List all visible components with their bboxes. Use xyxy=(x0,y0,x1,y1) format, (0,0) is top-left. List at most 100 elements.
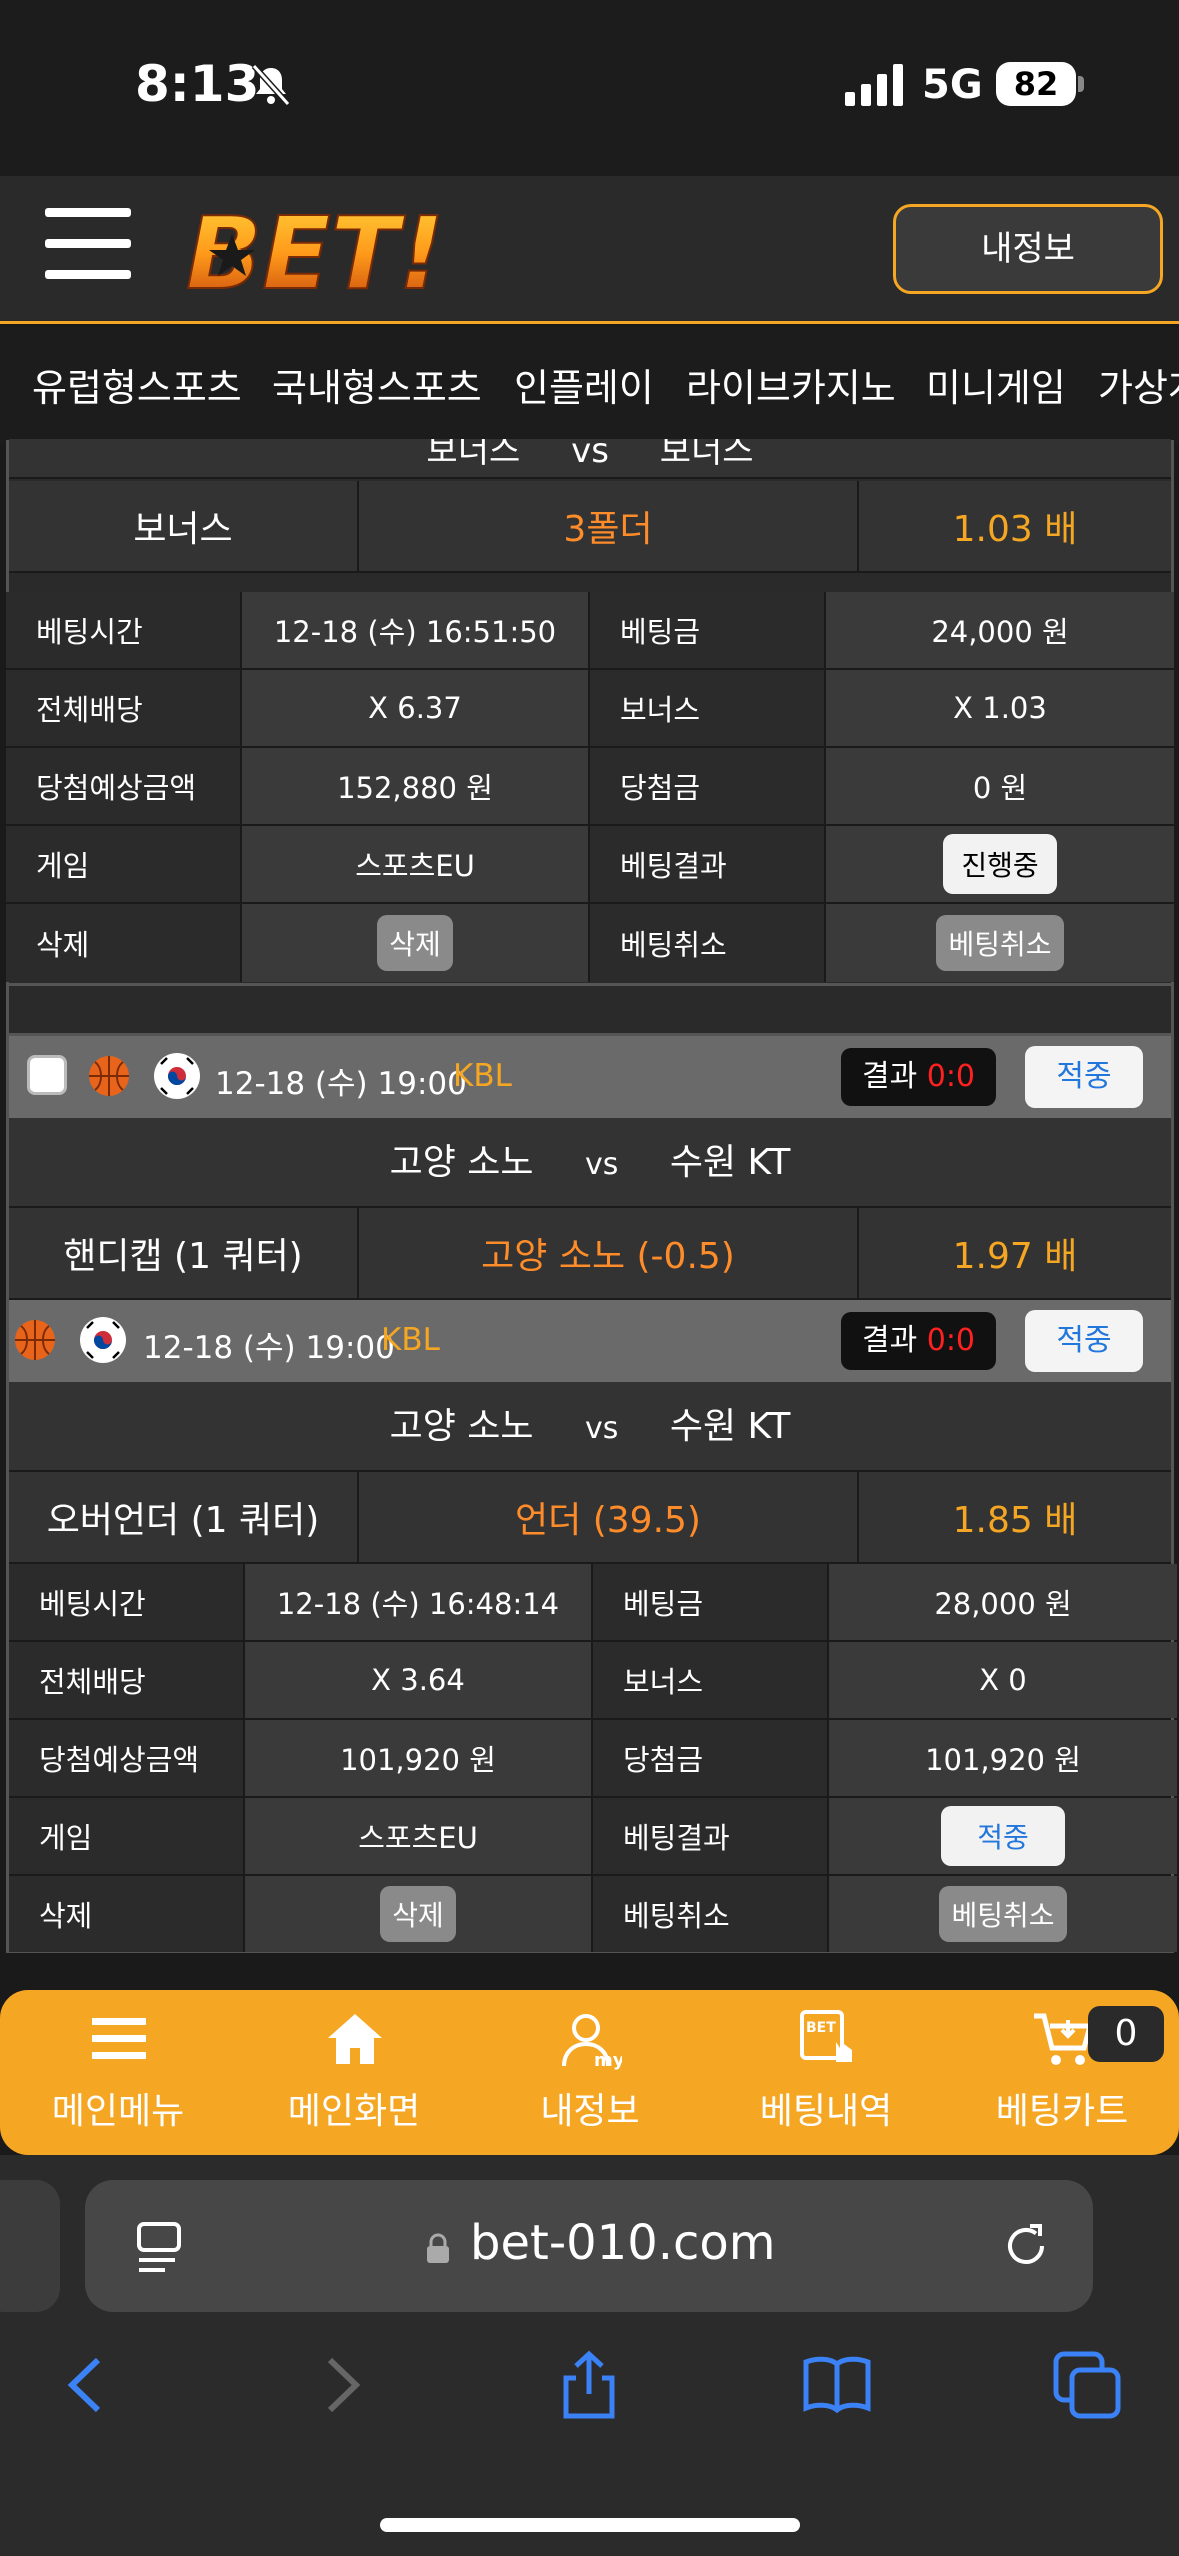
detail-label: 삭제 xyxy=(6,904,242,982)
hit-status-button[interactable]: 적중 xyxy=(1025,1046,1143,1108)
bottom-nav-bet-history[interactable]: BET 베팅내역 xyxy=(708,1990,944,2155)
pick-row: 핸디캡 (1 쿼터) 고양 소노 (-0.5) 1.97 배 xyxy=(9,1208,1171,1300)
network-type: 5G xyxy=(922,62,983,108)
bottom-nav-label: 베팅카트 xyxy=(995,2091,1129,2132)
detail-label: 베팅취소 xyxy=(593,1876,829,1952)
bottom-nav-label: 메인화면 xyxy=(287,2091,421,2132)
basketball-icon xyxy=(15,1320,55,1360)
market-name: 핸디캡 (1 쿼터) xyxy=(9,1208,359,1298)
pick-odds: 1.85 배 xyxy=(859,1472,1171,1562)
tab-mini-game[interactable]: 미니게임 xyxy=(926,357,1066,412)
bottom-nav-bar: 메인메뉴 메인화면 my 내정보 BET 베팅내역 베팅카트 xyxy=(0,1990,1179,2155)
forward-icon[interactable] xyxy=(306,2350,376,2420)
pick-row: 보너스 3폴더 1.03 배 xyxy=(9,481,1171,573)
detail-label: 게임 xyxy=(9,1798,245,1874)
korea-flag-icon xyxy=(80,1317,126,1363)
bottom-nav-label: 메인메뉴 xyxy=(51,2091,185,2132)
vs-label: vs xyxy=(571,439,609,471)
game-datetime: 12-18 (수) 19:00 xyxy=(215,1066,467,1102)
detail-label: 베팅결과 xyxy=(590,826,826,902)
tab-euro-sports[interactable]: 유럽형스포츠 xyxy=(32,357,242,412)
back-icon[interactable] xyxy=(52,2350,122,2420)
bell-muted-icon xyxy=(251,63,291,107)
tab-live-casino[interactable]: 라이브카지노 xyxy=(686,357,896,412)
hamburger-menu-icon[interactable] xyxy=(45,208,131,280)
tab-inplay[interactable]: 인플레이 xyxy=(514,357,654,412)
battery-icon: 82 xyxy=(996,62,1076,106)
detail-label: 당첨금 xyxy=(593,1720,829,1796)
reader-mode-icon[interactable] xyxy=(135,2220,183,2272)
reload-icon[interactable] xyxy=(1000,2220,1052,2272)
away-team: 수원 KT xyxy=(669,1406,791,1447)
share-icon[interactable] xyxy=(554,2350,624,2420)
detail-value: 28,000 원 xyxy=(829,1564,1177,1640)
cart-count-badge: 0 xyxy=(1088,2006,1164,2062)
detail-value: 스포츠EU xyxy=(242,826,590,902)
bet-result-cell: 적중 xyxy=(829,1798,1177,1874)
detail-value: 0 원 xyxy=(826,748,1174,824)
detail-value: 스포츠EU xyxy=(245,1798,593,1874)
detail-value: X 6.37 xyxy=(242,670,590,746)
detail-label: 게임 xyxy=(6,826,242,902)
menu-icon xyxy=(92,2018,146,2059)
user-icon: my xyxy=(562,2014,622,2070)
delete-button[interactable]: 삭제 xyxy=(380,1886,456,1942)
match-row: 고양 소노 vs 수원 KT xyxy=(9,1382,1171,1472)
league-name: KBL xyxy=(381,1322,440,1358)
tab-virtual-game[interactable]: 가상게 xyxy=(1098,357,1179,412)
home-team: 고양 소노 xyxy=(389,1406,534,1447)
pick-row: 오버언더 (1 쿼터) 언더 (39.5) 1.85 배 xyxy=(9,1472,1171,1564)
detail-row: 베팅시간 12-18 (수) 16:48:14 베팅금 28,000 원 xyxy=(9,1564,1177,1642)
pick-value: 3폴더 xyxy=(359,481,859,571)
detail-label: 베팅취소 xyxy=(590,904,826,982)
pick-odds: 1.97 배 xyxy=(859,1208,1171,1298)
url-text[interactable]: bet-010.com xyxy=(470,2215,776,2271)
detail-label: 베팅결과 xyxy=(593,1798,829,1874)
score: 0:0 xyxy=(926,1059,976,1094)
category-nav: 유럽형스포츠 국내형스포츠 인플레이 라이브카지노 미니게임 가상게 xyxy=(0,327,1179,445)
bottom-nav-home[interactable]: 메인화면 xyxy=(236,1990,472,2155)
hit-status-button[interactable]: 적중 xyxy=(1025,1310,1143,1372)
detail-label: 당첨금 xyxy=(590,748,826,824)
home-icon xyxy=(328,2014,382,2064)
detail-value: X 1.03 xyxy=(826,670,1174,746)
detail-label: 전체배당 xyxy=(9,1642,245,1718)
detail-row: 전체배당 X 6.37 보너스 X 1.03 xyxy=(6,670,1174,748)
delete-cell: 삭제 xyxy=(242,904,590,982)
delete-button[interactable]: 삭제 xyxy=(377,915,453,971)
match-row: 고양 소노 vs 수원 KT xyxy=(9,1118,1171,1208)
tabs-icon[interactable] xyxy=(1052,2350,1122,2420)
bottom-nav-main-menu[interactable]: 메인메뉴 xyxy=(0,1990,236,2155)
detail-value: 101,920 원 xyxy=(245,1720,593,1796)
bet-history-icon: BET xyxy=(800,2010,852,2062)
pick-value: 고양 소노 (-0.5) xyxy=(359,1208,859,1298)
game-header: 12-18 (수) 19:00 KBL 결과 0:0 적중 xyxy=(9,1300,1171,1382)
pick-value: 언더 (39.5) xyxy=(359,1472,859,1562)
bottom-nav-label: 내정보 xyxy=(540,2091,640,2132)
pick-odds: 1.03 배 xyxy=(859,481,1171,571)
detail-row: 베팅시간 12-18 (수) 16:51:50 베팅금 24,000 원 xyxy=(6,592,1174,670)
detail-label: 삭제 xyxy=(9,1876,245,1952)
market-name: 보너스 xyxy=(9,481,359,571)
cancel-cell: 베팅취소 xyxy=(826,904,1174,982)
detail-value: 24,000 원 xyxy=(826,592,1174,668)
detail-row: 게임 스포츠EU 베팅결과 적중 xyxy=(9,1798,1177,1876)
battery-tip xyxy=(1078,76,1084,92)
my-info-button[interactable]: 내정보 xyxy=(893,204,1163,294)
detail-value: 101,920 원 xyxy=(829,1720,1177,1796)
bottom-nav-my-info[interactable]: my 내정보 xyxy=(472,1990,708,2155)
cancel-bet-button[interactable]: 베팅취소 xyxy=(939,1886,1067,1942)
result-label: 결과 xyxy=(861,1323,918,1358)
cancel-bet-button[interactable]: 베팅취소 xyxy=(936,915,1064,971)
status-time: 8:13 xyxy=(135,55,260,113)
bet-result-badge: 진행중 xyxy=(943,834,1057,894)
bookmarks-icon[interactable] xyxy=(802,2350,872,2420)
tab-domestic-sports[interactable]: 국내형스포츠 xyxy=(272,357,482,412)
detail-label: 베팅금 xyxy=(593,1564,829,1640)
lock-icon xyxy=(427,2233,449,2263)
detail-row: 게임 스포츠EU 베팅결과 진행중 xyxy=(6,826,1174,904)
select-checkbox[interactable] xyxy=(27,1055,67,1095)
previous-tab-preview[interactable] xyxy=(0,2180,60,2312)
detail-row: 삭제 삭제 베팅취소 베팅취소 xyxy=(9,1876,1177,1952)
site-logo[interactable]: BET! xyxy=(180,200,510,304)
